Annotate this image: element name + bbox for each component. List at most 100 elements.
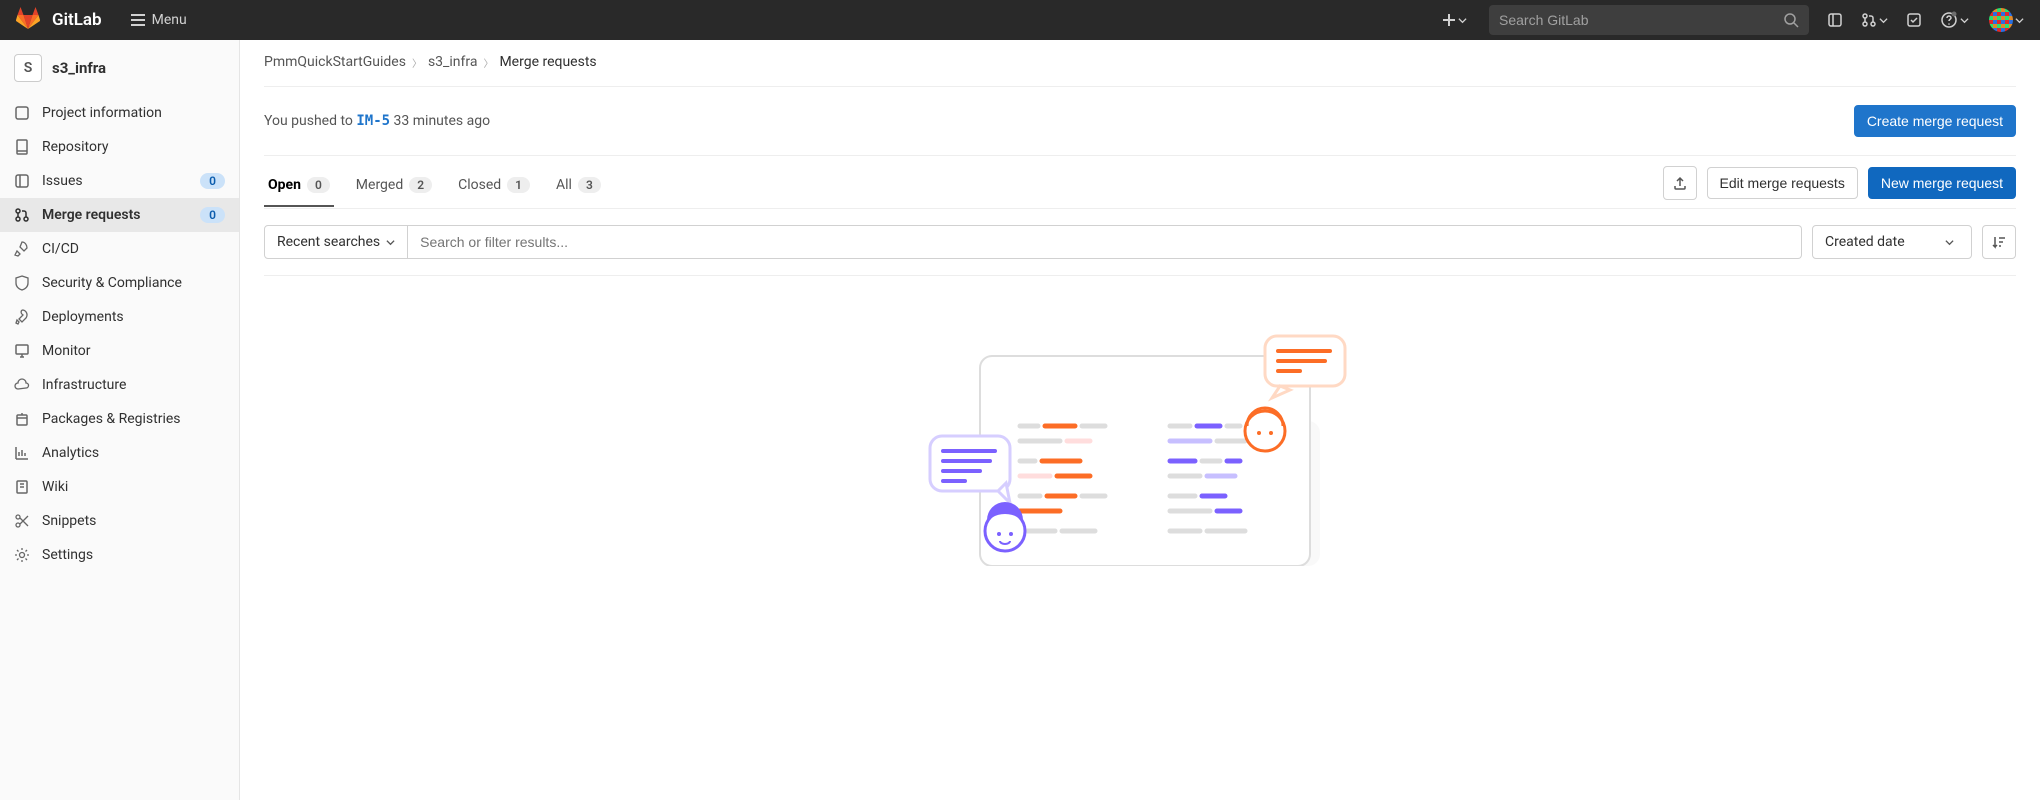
hamburger-icon [130,12,146,28]
tab-all[interactable]: All 3 [552,167,605,207]
recent-push-notice: You pushed to IM-5 33 minutes ago Create… [264,87,2016,156]
sort-dropdown[interactable]: Created date [1812,225,1972,259]
sidebar-item-label: Issues [42,173,188,189]
main-content: PmmQuickStartGuides 〉 s3_infra 〉 Merge r… [240,40,2040,800]
sidebar-item-issues[interactable]: Issues 0 [0,164,239,198]
chevron-down-icon [1960,16,1969,25]
search-icon [1783,12,1799,28]
filter-input[interactable] [408,225,1802,259]
todos-shortcut[interactable] [1906,12,1922,28]
user-menu[interactable] [1977,8,2024,32]
chevron-down-icon [1458,16,1467,25]
rocket-icon [14,241,30,257]
topbar-right [1436,5,2024,35]
sidebar-item-infrastructure[interactable]: Infrastructure [0,368,239,402]
sidebar-item-deployments[interactable]: Deployments [0,300,239,334]
push-prefix: You pushed to [264,113,356,129]
tab-count: 1 [507,177,530,193]
help-dropdown[interactable] [1940,11,1969,29]
sidebar-item-merge-requests[interactable]: Merge requests 0 [0,198,239,232]
user-avatar [1989,8,2013,32]
deploy-icon [14,309,30,325]
chart-icon [14,445,30,461]
scissors-icon [14,513,30,529]
tab-count: 3 [578,177,601,193]
recent-searches-dropdown[interactable]: Recent searches [264,225,408,259]
tab-count: 2 [409,177,432,193]
breadcrumb-project[interactable]: s3_infra [428,54,478,70]
new-merge-request-button[interactable]: New merge request [1868,167,2016,199]
tabs-row: Open 0 Merged 2 Closed 1 All 3 [264,156,2016,209]
cloud-icon [14,377,30,393]
search-bar[interactable] [1489,5,1809,35]
sidebar-item-security[interactable]: Security & Compliance [0,266,239,300]
gear-icon [14,547,30,563]
brand-name[interactable]: GitLab [52,10,102,30]
breadcrumb-separator: 〉 [483,55,493,70]
topbar: GitLab Menu [0,0,2040,40]
sidebar-item-cicd[interactable]: CI/CD [0,232,239,266]
monitor-icon [14,343,30,359]
edit-merge-requests-button[interactable]: Edit merge requests [1707,167,1858,199]
issues-icon [14,173,30,189]
export-button[interactable] [1663,166,1697,200]
breadcrumb-group[interactable]: PmmQuickStartGuides [264,54,406,70]
mr-count-badge: 0 [200,207,225,223]
tabs-actions: Edit merge requests New merge request [1663,166,2016,208]
package-icon [14,411,30,427]
sidebar-item-wiki[interactable]: Wiki [0,470,239,504]
chevron-down-icon [386,238,395,247]
sidebar-item-packages[interactable]: Packages & Registries [0,402,239,436]
export-icon [1672,175,1688,191]
sidebar-item-snippets[interactable]: Snippets [0,504,239,538]
recent-searches-label: Recent searches [277,234,380,250]
project-name: s3_infra [52,59,106,77]
gitlab-logo[interactable] [16,7,40,33]
menu-button[interactable]: Menu [130,12,187,28]
sidebar: S s3_infra Project information Repositor… [0,40,240,800]
sidebar-item-label: Deployments [42,309,225,325]
sidebar-item-label: Infrastructure [42,377,225,393]
sidebar-item-settings[interactable]: Settings [0,538,239,572]
project-avatar: S [14,54,42,82]
mr-state-tabs: Open 0 Merged 2 Closed 1 All 3 [264,167,605,207]
search-input[interactable] [1499,12,1783,28]
sidebar-item-label: CI/CD [42,241,225,257]
tab-label: Closed [458,177,501,193]
sidebar-item-repository[interactable]: Repository [0,130,239,164]
sort-label: Created date [1825,234,1905,250]
breadcrumb: PmmQuickStartGuides 〉 s3_infra 〉 Merge r… [264,54,2016,87]
sidebar-item-analytics[interactable]: Analytics [0,436,239,470]
sidebar-item-project-information[interactable]: Project information [0,96,239,130]
sidebar-item-label: Wiki [42,479,225,495]
sidebar-item-label: Packages & Registries [42,411,225,427]
merge-request-icon [14,207,30,223]
create-new-dropdown[interactable] [1436,9,1473,31]
shield-icon [14,275,30,291]
sort-direction-button[interactable] [1982,225,2016,259]
tab-merged[interactable]: Merged 2 [352,167,436,207]
tab-closed[interactable]: Closed 1 [454,167,534,207]
merge-requests-shortcut[interactable] [1861,12,1888,28]
tab-label: Open [268,177,301,193]
help-icon [1940,11,1958,29]
sidebar-item-monitor[interactable]: Monitor [0,334,239,368]
sidebar-item-label: Snippets [42,513,225,529]
tab-label: All [556,177,572,193]
menu-label: Menu [152,12,187,28]
chevron-down-icon [1879,16,1888,25]
chevron-down-icon [1945,238,1954,247]
sidebar-item-label: Monitor [42,343,225,359]
issues-shortcut[interactable] [1827,12,1843,28]
tab-open[interactable]: Open 0 [264,167,334,207]
push-branch-link[interactable]: IM-5 [356,113,390,129]
home-icon [14,105,30,121]
sidebar-item-label: Security & Compliance [42,275,225,291]
sidebar-item-label: Analytics [42,445,225,461]
sidebar-item-label: Settings [42,547,225,563]
create-merge-request-button[interactable]: Create merge request [1854,105,2016,137]
project-header[interactable]: S s3_infra [0,48,239,96]
push-text: You pushed to IM-5 33 minutes ago [264,113,490,129]
chevron-down-icon [2015,16,2024,25]
breadcrumb-current: Merge requests [499,54,596,70]
